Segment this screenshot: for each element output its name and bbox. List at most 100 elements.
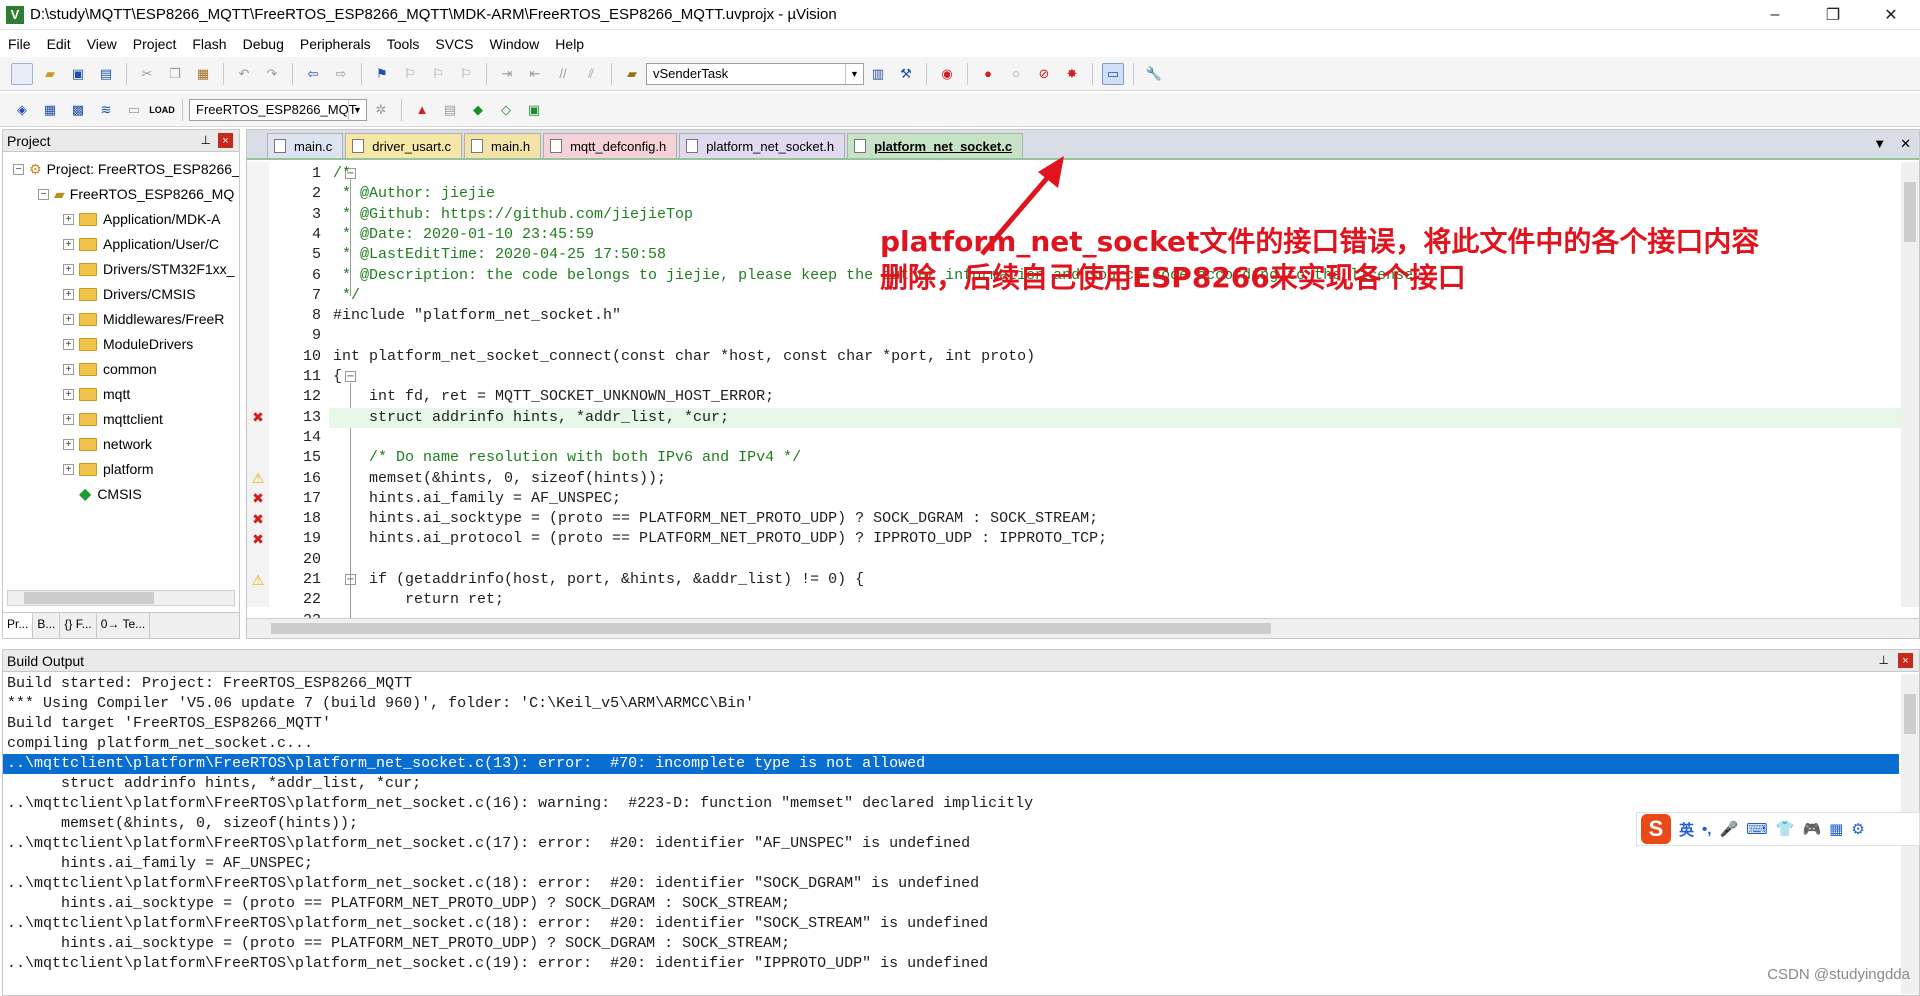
build-output-line[interactable]: ..\mqttclient\platform\FreeRTOS\platform… <box>3 954 1899 974</box>
error-marker-icon[interactable]: ✖ <box>250 511 266 527</box>
tree-item[interactable]: + network <box>63 433 152 455</box>
tree-item[interactable]: ◆ CMSIS <box>63 483 142 505</box>
manage-project-items-icon[interactable]: ▲ <box>411 99 433 121</box>
scrollbar-thumb[interactable] <box>1904 182 1916 242</box>
editor-vertical-scrollbar[interactable] <box>1901 162 1919 607</box>
warning-marker-icon[interactable]: ⚠ <box>250 572 266 588</box>
tab-books[interactable]: B... <box>33 613 61 638</box>
copy-icon[interactable]: ❐ <box>164 63 186 85</box>
error-marker-icon[interactable]: ✖ <box>250 409 266 426</box>
build-output-line[interactable]: memset(&hints, 0, sizeof(hints)); <box>3 814 1899 834</box>
tree-item[interactable]: + platform <box>63 458 154 480</box>
collapse-icon[interactable]: − <box>38 188 49 200</box>
navigate-forward-icon[interactable]: ⇨ <box>330 63 352 85</box>
code-line[interactable]: { <box>329 367 1903 387</box>
expand-icon[interactable]: + <box>63 413 74 425</box>
tree-item[interactable]: + common <box>63 358 157 380</box>
menu-flash[interactable]: Flash <box>184 36 234 52</box>
tree-item[interactable]: − ⚙ Project: FreeRTOS_ESP8266_ <box>13 158 239 180</box>
code-line[interactable]: int platform_net_socket_connect(const ch… <box>329 347 1903 367</box>
uncomment-icon[interactable]: ⫽ <box>580 63 602 85</box>
stop-build-icon[interactable]: ▭ <box>123 99 145 121</box>
expand-icon[interactable]: + <box>63 288 74 300</box>
cut-icon[interactable]: ✂ <box>136 63 158 85</box>
new-file-icon[interactable] <box>11 62 33 85</box>
next-bookmark-icon[interactable]: ⚐ <box>427 63 449 85</box>
code-line[interactable] <box>329 550 1903 570</box>
save-icon[interactable]: ▣ <box>67 63 89 85</box>
insert-breakpoint-icon[interactable]: ● <box>977 63 999 85</box>
pack-installer-icon[interactable]: ▣ <box>523 99 545 121</box>
undo-icon[interactable]: ↶ <box>233 63 255 85</box>
menu-peripherals[interactable]: Peripherals <box>292 36 379 52</box>
skin-icon[interactable]: 👕 <box>1776 820 1795 838</box>
code-line[interactable]: * @Github: https://github.com/jiejieTop <box>329 205 1903 225</box>
menu-tools[interactable]: Tools <box>379 36 428 52</box>
toolbox-icon[interactable]: ▦ <box>1829 820 1843 838</box>
build-output-line[interactable]: ..\mqttclient\platform\FreeRTOS\platform… <box>3 914 1899 934</box>
target-options-icon[interactable]: ✲ <box>370 99 392 121</box>
build-output-line[interactable]: hints.ai_socktype = (proto == PLATFORM_N… <box>3 894 1899 914</box>
tab-templates[interactable]: 0→ Te... <box>97 613 151 638</box>
code-line[interactable]: /* <box>329 164 1903 184</box>
tab-functions[interactable]: {} F... <box>60 613 97 638</box>
tree-item[interactable]: + ModuleDrivers <box>63 333 193 355</box>
code-line[interactable]: * @Author: jiejie <box>329 184 1903 204</box>
menu-window[interactable]: Window <box>482 36 548 52</box>
code-line[interactable]: return ret; <box>329 590 1903 607</box>
error-marker-icon[interactable]: ✖ <box>250 490 266 507</box>
restore-button[interactable]: ❐ <box>1804 0 1862 30</box>
sogou-logo-icon[interactable]: S <box>1641 814 1671 844</box>
incremental-find-icon[interactable]: ⚒ <box>895 63 917 85</box>
file-extensions-icon[interactable]: ▤ <box>439 99 461 121</box>
scrollbar-thumb[interactable] <box>24 592 154 604</box>
navigate-back-icon[interactable]: ⇦ <box>302 63 324 85</box>
tree-item[interactable]: + Drivers/STM32F1xx_ <box>63 258 234 280</box>
save-all-icon[interactable]: ▤ <box>95 63 117 85</box>
menu-svcs[interactable]: SVCS <box>427 36 481 52</box>
error-marker-icon[interactable]: ✖ <box>250 531 266 547</box>
minimize-button[interactable]: – <box>1746 0 1804 30</box>
expand-icon[interactable]: + <box>63 263 74 275</box>
close-tab-icon[interactable]: ✕ <box>1900 136 1911 152</box>
warning-marker-icon[interactable]: ⚠ <box>250 470 266 487</box>
build-output-line[interactable]: ..\mqttclient\platform\FreeRTOS\platform… <box>3 874 1899 894</box>
code-line[interactable]: /* Do name resolution with both IPv6 and… <box>329 448 1903 468</box>
expand-icon[interactable]: + <box>63 313 74 325</box>
file-tab[interactable]: driver_usart.c <box>345 133 463 158</box>
expand-icon[interactable]: + <box>63 438 74 450</box>
tab-project[interactable]: Pr... <box>3 613 34 638</box>
tree-item[interactable]: + Application/MDK-A <box>63 208 221 230</box>
build-output-line[interactable]: compiling platform_net_socket.c... <box>3 734 1899 754</box>
clear-bookmarks-icon[interactable]: ⚐ <box>455 63 477 85</box>
redo-icon[interactable]: ↷ <box>261 63 283 85</box>
project-target-combo[interactable]: FreeRTOS_ESP8266_MQT ▼ <box>189 98 367 121</box>
tree-item[interactable]: + Application/User/C <box>63 233 219 255</box>
tree-item[interactable]: − ▰ FreeRTOS_ESP8266_MQ <box>38 183 234 205</box>
expand-icon[interactable]: + <box>63 238 74 250</box>
select-software-packs-icon[interactable]: ◇ <box>495 99 517 121</box>
expand-icon[interactable]: + <box>63 338 74 350</box>
kill-breakpoints-icon[interactable]: ✸ <box>1061 63 1083 85</box>
keyboard-icon[interactable]: ⌨ <box>1746 820 1768 838</box>
tree-item[interactable]: + Middlewares/FreeR <box>63 308 224 330</box>
project-horizontal-scrollbar[interactable] <box>7 590 235 606</box>
close-window-button[interactable]: ✕ <box>1862 0 1920 30</box>
paste-icon[interactable]: ▦ <box>192 63 214 85</box>
code-line[interactable]: struct addrinfo hints, *addr_list, *cur; <box>329 407 1903 428</box>
chevron-down-icon[interactable]: ▼ <box>845 63 863 84</box>
rebuild-icon[interactable]: ▩ <box>67 99 89 121</box>
language-mode-toggle[interactable]: 英 <box>1679 819 1694 840</box>
target-function-combo[interactable]: vSenderTask ▼ <box>646 62 864 85</box>
build-icon[interactable]: ▦ <box>39 99 61 121</box>
expand-icon[interactable]: + <box>63 363 74 375</box>
find-in-files-icon[interactable]: ▰ <box>621 63 643 85</box>
collapse-icon[interactable]: − <box>13 163 24 175</box>
code-line[interactable] <box>329 428 1903 448</box>
settings-icon[interactable]: ⚙ <box>1851 820 1864 838</box>
scrollbar-thumb[interactable] <box>1904 694 1916 734</box>
code-line[interactable]: #include "platform_net_socket.h" <box>329 306 1903 326</box>
file-tab[interactable]: main.c <box>267 133 344 158</box>
comment-icon[interactable]: // <box>552 63 574 85</box>
code-line[interactable]: hints.ai_protocol = (proto == PLATFORM_N… <box>329 529 1903 549</box>
